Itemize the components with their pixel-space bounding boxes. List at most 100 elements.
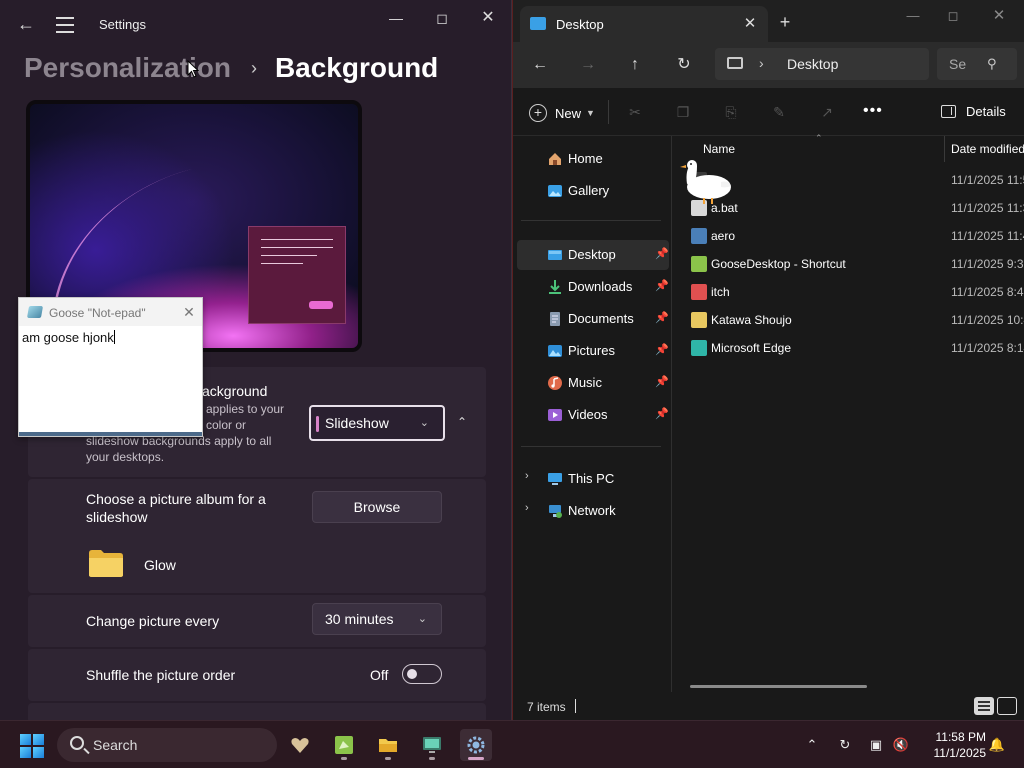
pin-icon[interactable]: 📌 — [655, 407, 669, 420]
system-clock[interactable]: 11:58 PM 11/1/2025 — [920, 729, 987, 761]
taskbar-app-settings[interactable] — [460, 729, 492, 761]
refresh-icon[interactable]: ↻ — [672, 53, 696, 77]
nav-item-pictures[interactable]: Pictures 📌 — [517, 336, 669, 366]
change-interval-dropdown[interactable]: 30 minutes ⌄ — [312, 603, 442, 635]
nav-item-home[interactable]: Home — [517, 144, 669, 174]
start-button[interactable] — [20, 734, 44, 758]
details-pane-button[interactable]: Details — [941, 104, 1006, 119]
pin-icon[interactable]: 📌 — [655, 375, 669, 388]
shuffle-state-text: Off — [370, 667, 389, 683]
chevron-down-icon: ▼ — [586, 108, 595, 118]
explorer-maximize-button[interactable]: ◻ — [933, 6, 973, 26]
shuffle-toggle[interactable] — [402, 664, 442, 684]
notepad-icon — [26, 306, 44, 318]
breadcrumb-personalization[interactable]: Personalization — [24, 52, 231, 84]
address-input[interactable]: › Desktop — [715, 48, 929, 80]
details-view-button[interactable] — [974, 697, 994, 715]
paste-icon[interactable]: ⎘ — [722, 103, 740, 121]
notification-bell-icon[interactable]: 🔔 — [988, 736, 1006, 754]
file-name: Microsoft Edge — [711, 341, 792, 355]
nav-item-this-pc[interactable]: › This PC — [517, 464, 669, 494]
explorer-tab-strip: Desktop ✕ + — ◻ ✕ — [513, 0, 1024, 42]
goose-desktop-icon — [335, 736, 353, 754]
new-button[interactable]: + New ▼ — [529, 102, 595, 124]
column-header-date[interactable]: Date modified — [951, 136, 1024, 162]
taskbar-app-settings-display[interactable] — [416, 729, 448, 761]
explorer-address-bar: ← → ↑ ↻ › Desktop Se ⚲ — [513, 42, 1024, 88]
nav-item-downloads[interactable]: Downloads 📌 — [517, 272, 669, 302]
sync-icon[interactable]: ↻ — [836, 736, 854, 754]
file-name: Katawa Shoujo — [711, 313, 792, 327]
videos-icon — [548, 409, 562, 421]
forward-arrow-icon[interactable]: → — [576, 53, 600, 77]
file-row[interactable]: Katawa Shoujo 11/1/2025 10:4 — [672, 306, 1024, 334]
chevron-right-icon[interactable]: › — [525, 502, 529, 514]
file-row[interactable]: GooseDesktop - Shortcut 11/1/2025 9:35 — [672, 250, 1024, 278]
explorer-minimize-button[interactable]: — — [893, 6, 933, 26]
back-arrow-icon[interactable]: ← — [528, 53, 552, 77]
file-row[interactable]: itch 11/1/2025 8:47 — [672, 278, 1024, 306]
nav-item-network[interactable]: › Network — [517, 496, 669, 526]
notepad-title: Goose "Not-epad" — [49, 306, 146, 320]
more-options-icon[interactable]: ••• — [863, 102, 883, 120]
gear-icon — [467, 736, 485, 754]
explorer-search-input[interactable]: Se ⚲ — [937, 48, 1017, 80]
chevron-up-icon[interactable]: ⌃ — [452, 412, 472, 432]
chevron-right-icon: › — [250, 57, 257, 78]
nav-item-music[interactable]: Music 📌 — [517, 368, 669, 398]
search-icon — [70, 736, 84, 750]
notepad-text-area[interactable]: am goose hjonk — [22, 330, 115, 345]
close-button[interactable]: ✕ — [468, 6, 508, 30]
computer-icon — [548, 473, 562, 485]
pin-icon[interactable]: 📌 — [655, 343, 669, 356]
chevron-up-icon[interactable]: ⌃ — [803, 736, 821, 754]
cut-icon[interactable]: ✂ — [626, 103, 644, 121]
speaker-muted-icon[interactable]: 🔇 — [892, 736, 910, 754]
pin-icon[interactable]: 📌 — [655, 279, 669, 292]
sort-ascending-icon: ⌃ — [815, 133, 823, 143]
pin-icon[interactable]: 📌 — [655, 311, 669, 324]
taskbar-app-katawa[interactable] — [284, 729, 316, 761]
horizontal-scrollbar[interactable] — [690, 685, 867, 688]
notepad-close-icon[interactable]: ✕ — [179, 303, 199, 321]
tiles-view-button[interactable] — [997, 697, 1017, 715]
goose-sprite — [680, 160, 731, 204]
background-type-dropdown[interactable]: Slideshow ⌄ — [309, 405, 445, 441]
album-label-line-1: Choose a picture album for a — [86, 491, 266, 507]
nav-item-videos[interactable]: Videos 📌 — [517, 400, 669, 430]
settings-titlebar: ← Settings — ◻ ✕ — [0, 0, 511, 48]
notepad-text: am goose hjonk — [22, 330, 114, 345]
explorer-close-button[interactable]: ✕ — [979, 6, 1019, 26]
chevron-right-icon[interactable]: › — [525, 470, 529, 482]
copy-icon[interactable]: ❐ — [674, 103, 692, 121]
nav-item-gallery[interactable]: Gallery — [517, 176, 669, 206]
maximize-button[interactable]: ◻ — [422, 6, 462, 30]
file-row[interactable]: aero 11/1/2025 11:4 — [672, 222, 1024, 250]
nav-item-desktop[interactable]: Desktop 📌 — [517, 240, 669, 270]
tab-close-icon[interactable]: ✕ — [740, 14, 760, 34]
notepad-titlebar: Goose "Not-epad" ✕ — [19, 298, 202, 326]
nav-item-documents[interactable]: Documents 📌 — [517, 304, 669, 334]
file-row[interactable]: Microsoft Edge 11/1/2025 8:14 — [672, 334, 1024, 362]
hamburger-menu-icon[interactable] — [54, 12, 76, 36]
plus-circle-icon: + — [529, 104, 547, 122]
pin-icon[interactable]: 📌 — [655, 247, 669, 260]
details-label: Details — [966, 104, 1006, 119]
clock-time: 11:58 PM — [935, 730, 986, 744]
browse-button[interactable]: Browse — [312, 491, 442, 523]
taskbar-app-file-explorer[interactable] — [372, 729, 404, 761]
back-arrow-icon[interactable]: ← — [14, 12, 38, 36]
minimize-button[interactable]: — — [376, 6, 416, 30]
share-icon[interactable]: ↗ — [818, 103, 836, 121]
up-arrow-icon[interactable]: ↑ — [623, 53, 647, 77]
change-every-label: Change picture every — [86, 613, 220, 629]
chevron-down-icon: ⌄ — [419, 417, 429, 429]
heart-icon — [291, 738, 309, 753]
chevron-right-icon: › — [759, 55, 764, 71]
explorer-tab-desktop[interactable]: Desktop ✕ — [520, 6, 768, 42]
new-tab-icon[interactable]: + — [775, 12, 795, 32]
display-icon[interactable]: ▣ — [867, 736, 885, 754]
taskbar-search-input[interactable]: Search — [57, 728, 277, 762]
taskbar-app-goose[interactable] — [328, 729, 360, 761]
rename-icon[interactable]: ✎ — [770, 103, 788, 121]
